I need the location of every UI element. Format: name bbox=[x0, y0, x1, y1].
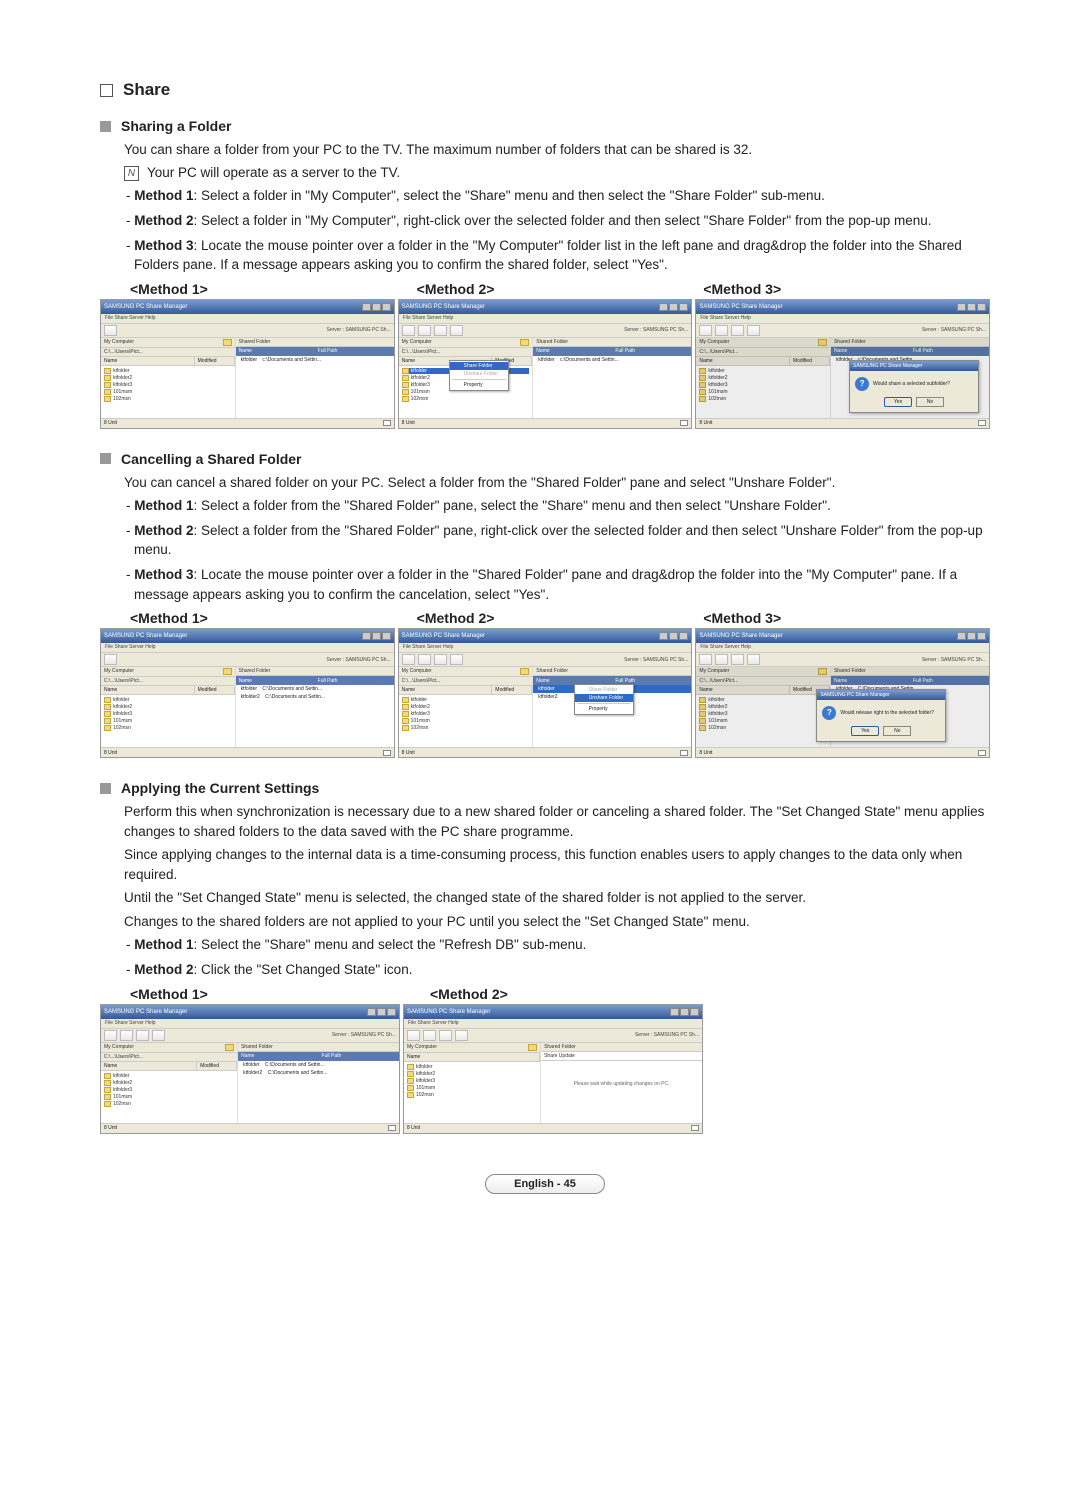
square-bullet-icon bbox=[100, 783, 111, 794]
confirm-dialog: SAMSUNG PC Share Manager ? Would release … bbox=[816, 689, 946, 742]
share-note: N Your PC will operate as a server to th… bbox=[124, 164, 990, 183]
square-bullet-icon bbox=[100, 453, 111, 464]
yes-button[interactable]: Yes bbox=[884, 397, 912, 407]
share-screenshots: SAMSUNG PC Share Manager File Share Serv… bbox=[100, 299, 990, 429]
share-method1: - Method 1: Select a folder in "My Compu… bbox=[134, 186, 990, 206]
dialog-message: Would release right to the selected fold… bbox=[840, 710, 934, 716]
share-heading-text: Sharing a Folder bbox=[121, 118, 231, 134]
cancel-method3: - Method 3: Locate the mouse pointer ove… bbox=[134, 565, 990, 604]
apply-p3: Until the "Set Changed State" menu is se… bbox=[124, 888, 990, 908]
method3-label: <Method 3> bbox=[703, 281, 990, 297]
window-controls[interactable] bbox=[362, 303, 391, 311]
checkbox-icon bbox=[100, 84, 113, 97]
apply-p2: Since applying changes to the internal d… bbox=[124, 845, 990, 884]
method-labels-row: <Method 1> <Method 2> <Method 3> bbox=[100, 281, 990, 297]
context-menu[interactable]: Share Folder Unshare Folder Property bbox=[449, 360, 509, 391]
statusbar: 8 Unit bbox=[101, 418, 394, 428]
method3-label: <Method 3> bbox=[703, 610, 990, 626]
apply-method2: - Method 2: Click the "Set Changed State… bbox=[134, 960, 990, 980]
dialog-title: SAMSUNG PC Share Manager bbox=[817, 690, 945, 700]
no-button[interactable]: No bbox=[883, 726, 911, 736]
titlebar: SAMSUNG PC Share Manager bbox=[101, 300, 394, 314]
apply-shot2: SAMSUNG PC Share Manager File Share Serv… bbox=[403, 1004, 703, 1134]
right-pane: Shared Folder NameFull Path ktfolder c:\… bbox=[236, 338, 394, 418]
context-menu[interactable]: Share Folder Unshare Folder Property bbox=[574, 684, 634, 715]
dialog-title: SAMSUNG PC Share Manager bbox=[850, 361, 978, 371]
section-title-text: Share bbox=[123, 80, 170, 100]
method1-label: <Method 1> bbox=[130, 281, 417, 297]
menubar[interactable]: File Share Server Help bbox=[101, 314, 394, 323]
apply-shot1: SAMSUNG PC Share Manager File Share Serv… bbox=[100, 1004, 400, 1134]
section-title: Share bbox=[100, 80, 990, 100]
toolbar: Server : SAMSUNG PC Sh... bbox=[101, 323, 394, 338]
folder-icon bbox=[223, 339, 232, 346]
share-shot3: SAMSUNG PC Share Manager File Share Serv… bbox=[695, 299, 990, 429]
question-icon: ? bbox=[855, 377, 869, 391]
cancel-shot3: SAMSUNG PC Share Manager File Share Serv… bbox=[695, 628, 990, 758]
method2-label: <Method 2> bbox=[417, 610, 704, 626]
apply-method1: - Method 1: Select the "Share" menu and … bbox=[134, 935, 990, 955]
share-method3: - Method 3: Locate the mouse pointer ove… bbox=[134, 236, 990, 275]
apply-p1: Perform this when synchronization is nec… bbox=[124, 802, 990, 841]
left-pane: My Computer C:\...\Users\Pict... NameMod… bbox=[101, 338, 236, 418]
ctx-property[interactable]: Property bbox=[450, 381, 508, 389]
method2-label: <Method 2> bbox=[417, 281, 704, 297]
cancel-intro: You can cancel a shared folder on your P… bbox=[124, 473, 990, 493]
ctx-share-folder[interactable]: Share Folder bbox=[575, 686, 633, 694]
no-button[interactable]: No bbox=[916, 397, 944, 407]
update-message: Please wait while updating changes on PC… bbox=[541, 1061, 702, 1107]
ctx-unshare-folder[interactable]: Unshare Folder bbox=[575, 694, 633, 702]
apply-heading: Applying the Current Settings bbox=[100, 780, 990, 796]
cancel-heading-text: Cancelling a Shared Folder bbox=[121, 451, 302, 467]
yes-button[interactable]: Yes bbox=[851, 726, 879, 736]
method2-label: <Method 2> bbox=[430, 986, 730, 1002]
dialog-message: Would share a selected subfolder? bbox=[873, 381, 950, 387]
method-labels-row3: <Method 1> <Method 2> bbox=[100, 986, 990, 1002]
cancel-heading: Cancelling a Shared Folder bbox=[100, 451, 990, 467]
method-labels-row2: <Method 1> <Method 2> <Method 3> bbox=[100, 610, 990, 626]
folder-list[interactable]: ktfolder ktfolder2 ktfolder3 101msm 102m… bbox=[101, 366, 235, 418]
apply-heading-text: Applying the Current Settings bbox=[121, 780, 319, 796]
square-bullet-icon bbox=[100, 121, 111, 132]
note-icon: N bbox=[124, 166, 139, 181]
confirm-dialog: SAMSUNG PC Share Manager ? Would share a … bbox=[849, 360, 979, 413]
share-shot2: SAMSUNG PC Share Manager File Share Serv… bbox=[398, 299, 693, 429]
method1-label: <Method 1> bbox=[130, 610, 417, 626]
shared-item[interactable]: ktfolder c:\Documents and Settin... bbox=[236, 356, 394, 364]
ctx-share-folder[interactable]: Share Folder bbox=[450, 362, 508, 370]
apply-screenshots: SAMSUNG PC Share Manager File Share Serv… bbox=[100, 1004, 990, 1134]
share-note-text: Your PC will operate as a server to the … bbox=[147, 164, 400, 183]
cancel-method1: - Method 1: Select a folder from the "Sh… bbox=[134, 496, 990, 516]
cancel-method2: - Method 2: Select a folder from the "Sh… bbox=[134, 521, 990, 560]
share-method2: - Method 2: Select a folder in "My Compu… bbox=[134, 211, 990, 231]
page-footer: English - 45 bbox=[100, 1174, 990, 1194]
server-label: Server : SAMSUNG PC Sh... bbox=[326, 327, 390, 333]
toolbar-btn[interactable] bbox=[104, 325, 117, 336]
cancel-shot2: SAMSUNG PC Share Manager File Share Serv… bbox=[398, 628, 693, 758]
page-number: English - 45 bbox=[485, 1174, 605, 1194]
ctx-unshare[interactable]: Unshare Folder bbox=[450, 370, 508, 378]
share-intro: You can share a folder from your PC to t… bbox=[124, 140, 990, 160]
method1-label: <Method 1> bbox=[130, 986, 430, 1002]
cancel-shot1: SAMSUNG PC Share Manager File Share Serv… bbox=[100, 628, 395, 758]
share-heading: Sharing a Folder bbox=[100, 118, 990, 134]
apply-p4: Changes to the shared folders are not ap… bbox=[124, 912, 990, 932]
cancel-screenshots: SAMSUNG PC Share Manager File Share Serv… bbox=[100, 628, 990, 758]
share-shot1: SAMSUNG PC Share Manager File Share Serv… bbox=[100, 299, 395, 429]
ctx-property[interactable]: Property bbox=[575, 705, 633, 713]
question-icon: ? bbox=[822, 706, 836, 720]
